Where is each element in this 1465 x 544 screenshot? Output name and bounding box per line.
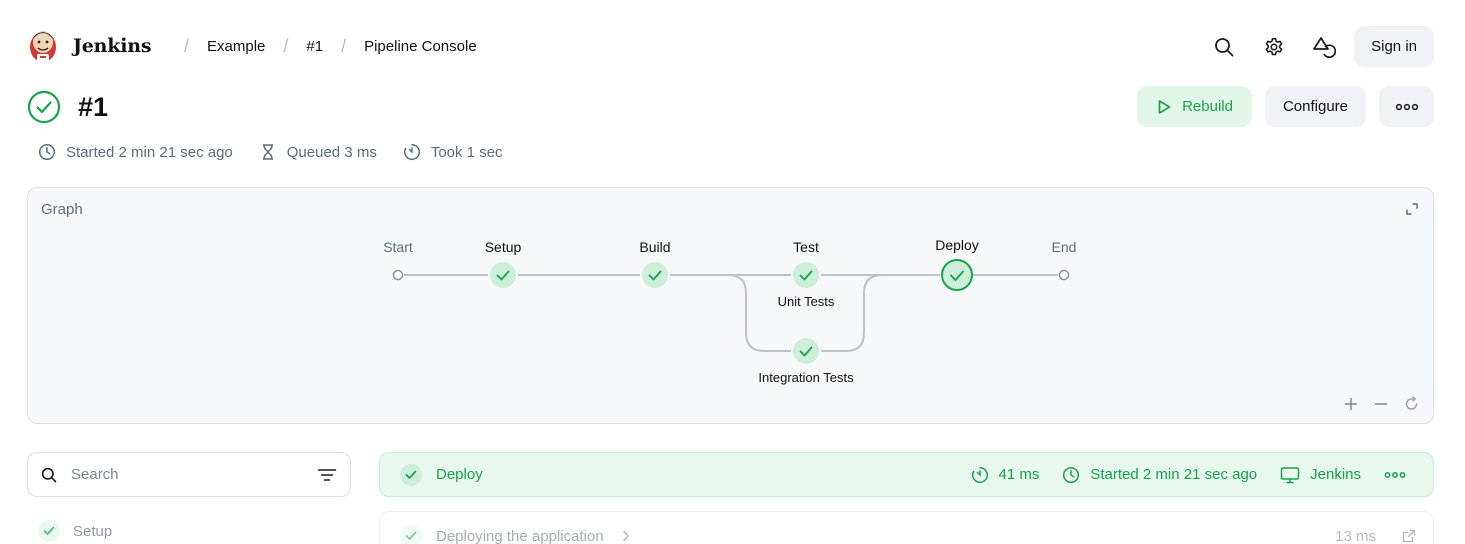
graph-node-setup[interactable] xyxy=(490,262,516,288)
step-label: Deploying the application xyxy=(436,527,604,544)
breadcrumb-separator: / xyxy=(184,36,190,56)
more-actions-button[interactable] xyxy=(1379,86,1434,127)
selected-stage-header[interactable]: Deploy 41 ms Started 2 min 21 sec ago Je… xyxy=(379,452,1434,497)
filter-button[interactable] xyxy=(317,468,337,482)
search-input[interactable] xyxy=(71,466,317,483)
graph-label-unit-tests: Unit Tests xyxy=(778,294,835,309)
rebuild-label: Rebuild xyxy=(1182,98,1233,115)
stage-more-button[interactable] xyxy=(1384,471,1416,479)
graph-label-integration-tests: Integration Tests xyxy=(758,370,854,385)
graph-node-start[interactable] xyxy=(392,269,404,281)
minus-icon xyxy=(1374,402,1388,405)
check-icon xyxy=(43,526,55,535)
zoom-in-button[interactable] xyxy=(1344,397,1358,411)
build-queued: Queued 3 ms xyxy=(259,143,377,161)
plus-icon xyxy=(1344,397,1358,410)
build-duration: Took 1 sec xyxy=(403,143,503,161)
graph-label-test: Test xyxy=(793,239,819,255)
more-horizontal-icon xyxy=(1384,471,1406,478)
check-icon xyxy=(405,531,417,540)
pipeline-graph: Start Setup Build Test Unit Tests Integr… xyxy=(383,237,1077,385)
monitor-icon xyxy=(1280,466,1300,483)
breadcrumb: / Example / #1 / Pipeline Console xyxy=(166,36,477,57)
play-icon xyxy=(1158,99,1171,114)
graph-label-build: Build xyxy=(639,239,670,255)
search-icon xyxy=(1215,37,1234,56)
build-actions: Rebuild Configure xyxy=(1124,86,1434,127)
clock-icon xyxy=(1063,466,1080,483)
step-duration: 13 ms xyxy=(1335,527,1376,544)
edge-build-integration xyxy=(727,274,791,352)
stage-list-item-setup[interactable]: Setup xyxy=(38,520,112,542)
breadcrumb-separator: / xyxy=(283,36,289,56)
graph-node-integration-tests[interactable] xyxy=(793,338,819,364)
header-actions: Sign in xyxy=(1194,26,1434,67)
breadcrumb-separator: / xyxy=(341,36,347,56)
brand-name: Jenkins xyxy=(73,35,152,57)
rebuild-button[interactable]: Rebuild xyxy=(1137,86,1252,127)
stage-duration: 41 ms xyxy=(971,466,1039,484)
graph-label-end: End xyxy=(1052,239,1077,255)
step-meta: 13 ms xyxy=(1335,528,1416,544)
gear-icon xyxy=(1265,37,1283,55)
search-icon xyxy=(41,467,57,482)
appearance-button[interactable] xyxy=(1304,27,1344,67)
stage-started: Started 2 min 21 sec ago xyxy=(1062,466,1257,484)
success-dot xyxy=(400,525,422,544)
graph-label-setup: Setup xyxy=(485,239,522,255)
reset-zoom-button[interactable] xyxy=(1404,396,1419,411)
success-dot xyxy=(400,463,422,486)
breadcrumb-item-build[interactable]: #1 xyxy=(306,38,323,55)
configure-button[interactable]: Configure xyxy=(1264,86,1366,127)
graph-label-deploy: Deploy xyxy=(935,237,979,253)
chevron-right-icon xyxy=(622,530,630,542)
shapes-icon xyxy=(1313,36,1337,58)
pipeline-graph-panel: Graph Start Setup Build Test Unit Tests … xyxy=(27,187,1434,424)
hourglass-icon xyxy=(262,144,273,160)
jenkins-logo-icon xyxy=(30,31,56,63)
filter-icon xyxy=(317,468,337,481)
more-horizontal-icon xyxy=(1395,103,1418,110)
check-icon xyxy=(405,470,417,479)
top-header: Jenkins / Example / #1 / Pipeline Consol… xyxy=(0,0,1465,92)
stage-meta: 41 ms Started 2 min 21 sec ago Jenkins xyxy=(948,466,1416,484)
clock-icon xyxy=(38,143,56,161)
timer-icon xyxy=(971,466,988,483)
search-button[interactable] xyxy=(1204,27,1244,67)
build-meta: Started 2 min 21 sec ago Queued 3 ms Too… xyxy=(38,143,529,161)
success-dot xyxy=(38,520,60,542)
stage-agent[interactable]: Jenkins xyxy=(1280,466,1361,484)
breadcrumb-item-pipeline-console[interactable]: Pipeline Console xyxy=(364,38,477,55)
timer-icon xyxy=(403,143,420,161)
build-started: Started 2 min 21 sec ago xyxy=(38,143,233,161)
stage-search xyxy=(27,452,351,497)
settings-button[interactable] xyxy=(1254,27,1294,67)
zoom-out-button[interactable] xyxy=(1374,397,1388,411)
graph-node-end[interactable] xyxy=(1058,269,1070,281)
brand-link[interactable]: Jenkins xyxy=(27,27,152,65)
graph-label-start: Start xyxy=(383,239,413,255)
reset-icon xyxy=(1405,396,1418,410)
stage-list-label: Setup xyxy=(73,522,113,540)
success-status-icon xyxy=(27,90,61,124)
graph-node-build[interactable] xyxy=(642,262,668,288)
page-title: #1 xyxy=(78,92,109,122)
sign-in-button[interactable]: Sign in xyxy=(1354,26,1434,67)
graph-node-unit-tests[interactable] xyxy=(793,262,819,288)
external-link-icon[interactable] xyxy=(1402,529,1416,543)
breadcrumb-item-example[interactable]: Example xyxy=(207,38,265,55)
graph-node-deploy-selected[interactable] xyxy=(941,259,973,291)
graph-zoom-controls xyxy=(1328,396,1419,411)
stage-name: Deploy xyxy=(436,466,483,483)
step-row[interactable]: Deploying the application 13 ms xyxy=(379,511,1434,544)
edge-integration-deploy xyxy=(821,274,883,352)
